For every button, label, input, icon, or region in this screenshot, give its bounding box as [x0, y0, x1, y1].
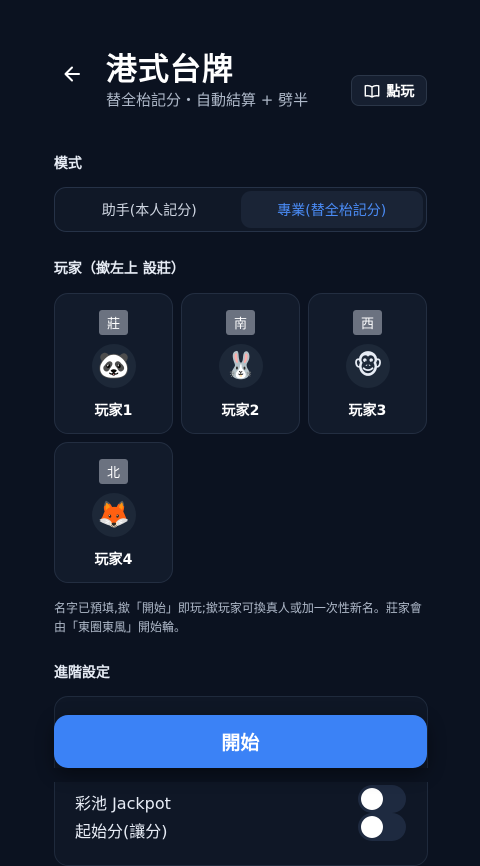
book-icon [364, 84, 379, 98]
players-section-label: 玩家（撳左上 設莊） [54, 261, 185, 277]
players-note: 名字已預填,撳「開始」即玩;撳玩家可換真人或加一次性新名。莊家會由「東圈東風」開… [54, 601, 422, 634]
rabbit-icon: 🐰 [219, 344, 263, 388]
panda-icon: 🐼 [92, 344, 136, 388]
player-name: 玩家2 [221, 403, 260, 419]
arrow-left-icon [64, 66, 80, 82]
dealer-badge[interactable]: 莊 [99, 310, 128, 335]
wind-badge[interactable]: 北 [99, 459, 128, 484]
starting-points-toggle[interactable] [358, 813, 406, 841]
starting-points-label: 起始分(讓分) [75, 822, 168, 841]
toggle-knob [361, 816, 383, 838]
jackpot-toggle[interactable] [358, 785, 406, 813]
start-button-backdrop [54, 768, 428, 782]
how-to-play-button[interactable]: 點玩 [351, 75, 427, 106]
mode-segmented-control: 助手(本人記分) 專業(替全枱記分) [54, 187, 427, 232]
monkey-icon: 🐵 [346, 344, 390, 388]
player-card-2[interactable]: 南 🐰 玩家2 [181, 293, 300, 434]
advanced-section-label: 進階設定 [54, 665, 110, 681]
player-name: 玩家1 [94, 403, 133, 419]
fox-icon: 🦊 [92, 493, 136, 537]
mode-option-pro[interactable]: 專業(替全枱記分) [240, 191, 423, 228]
start-button[interactable]: 開始 [54, 715, 427, 768]
jackpot-label: 彩池 Jackpot [75, 794, 171, 813]
player-card-4[interactable]: 北 🦊 玩家4 [54, 442, 173, 583]
player-card-1[interactable]: 莊 🐼 玩家1 [54, 293, 173, 434]
mode-option-assistant[interactable]: 助手(本人記分) [58, 191, 241, 228]
how-to-play-label: 點玩 [386, 83, 415, 100]
page-title: 港式台牌 [106, 52, 234, 88]
player-card-3[interactable]: 西 🐵 玩家3 [308, 293, 427, 434]
back-button[interactable] [58, 60, 86, 88]
toggle-knob [361, 788, 383, 810]
wind-badge[interactable]: 南 [226, 310, 255, 335]
page-subtitle: 替全枱記分・自動結算 + 劈半 [106, 91, 309, 109]
mode-section-label: 模式 [54, 156, 82, 172]
wind-badge[interactable]: 西 [353, 310, 382, 335]
player-name: 玩家3 [348, 403, 387, 419]
player-name: 玩家4 [94, 552, 133, 568]
